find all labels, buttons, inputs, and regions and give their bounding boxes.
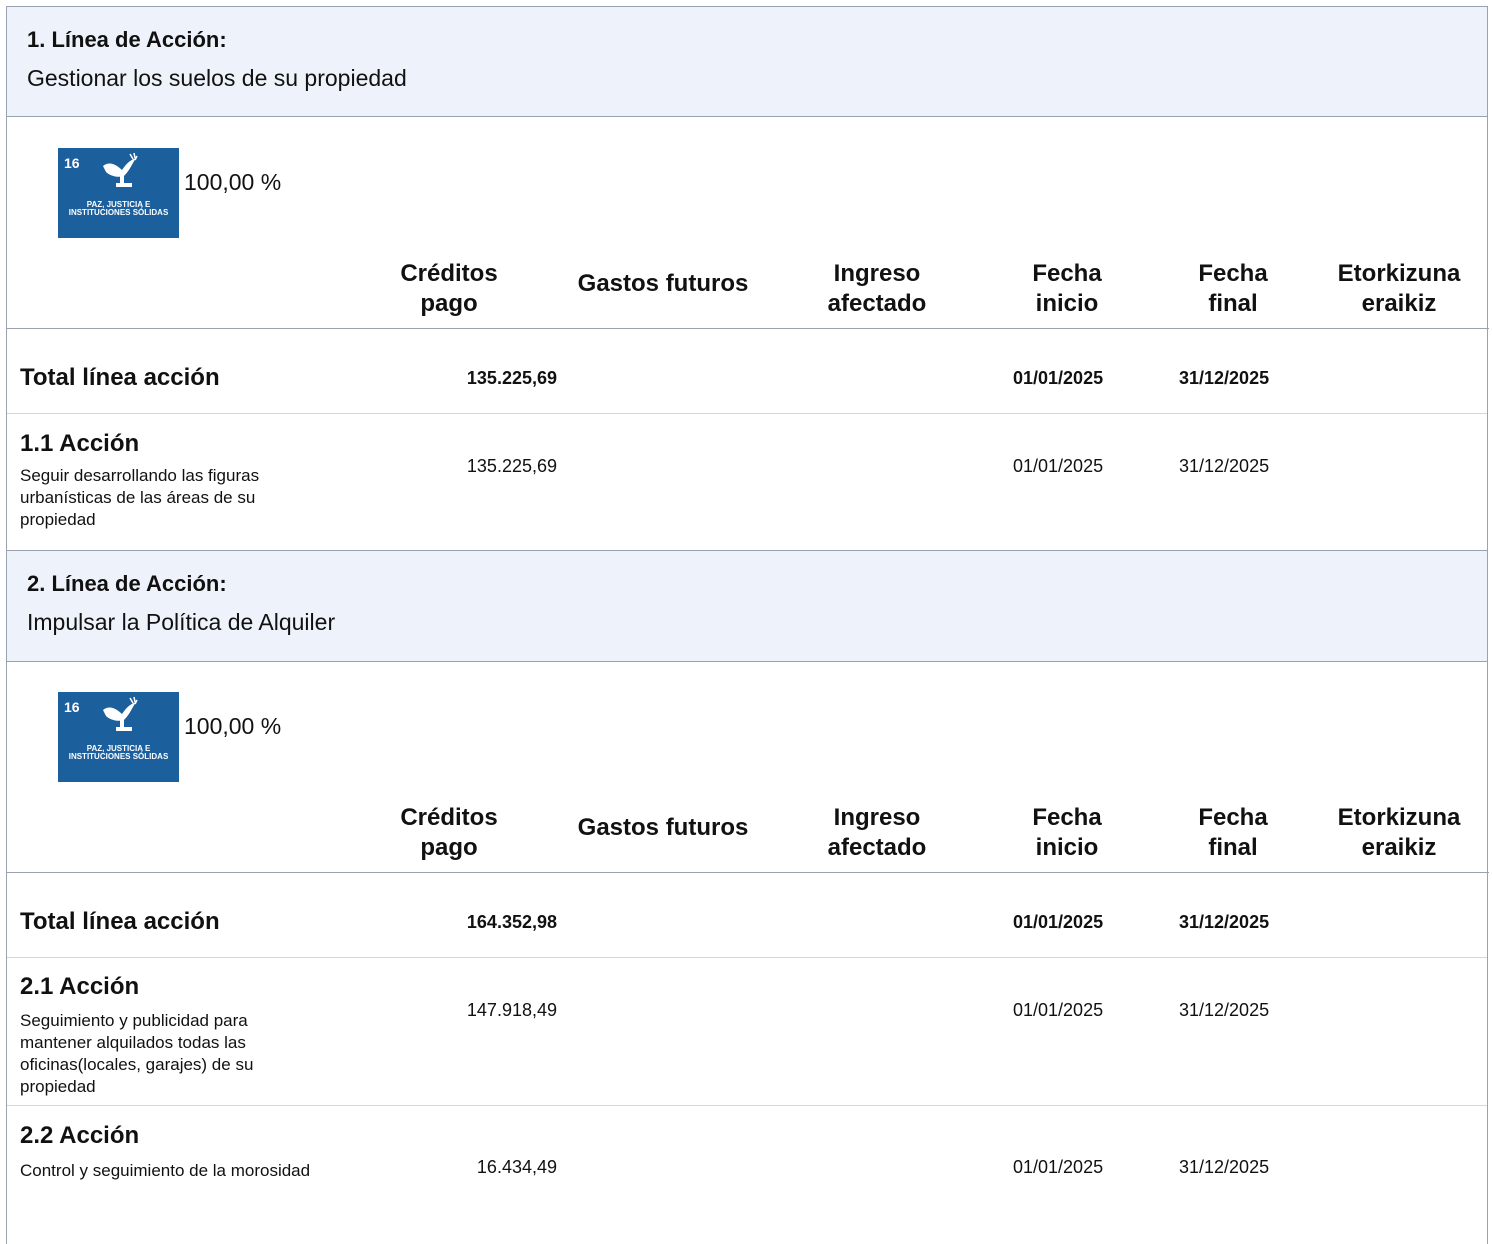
- action-creditos: 16.434,49: [476, 1157, 557, 1177]
- action-fecha-final: 31/12/2025: [1179, 1157, 1270, 1177]
- divider: [7, 872, 1489, 873]
- ods-label: PAZ, JUSTICIA E INSTITUCIONES SÓLIDAS: [68, 200, 169, 217]
- col-fecha-final: Fecha final: [1198, 260, 1268, 317]
- action-title: 2.2 Acción: [20, 1122, 140, 1149]
- divider: [7, 957, 1487, 958]
- col-gastos-futuros: Gastos futuros: [577, 270, 749, 297]
- line-header-2: 2. Línea de Acción: Impulsar la Política…: [7, 550, 1487, 662]
- divider: [7, 328, 1489, 329]
- col-fecha-inicio: Fecha inicio: [1032, 804, 1102, 861]
- col-creditos-pago: Créditos pago: [400, 260, 498, 317]
- action-fecha-inicio: 01/01/2025: [1013, 1000, 1104, 1020]
- action-description: Seguir desarrollando las figuras urbanís…: [20, 466, 260, 529]
- ods-number: 16: [64, 699, 80, 715]
- col-gastos-futuros: Gastos futuros: [577, 814, 749, 841]
- action-creditos: 147.918,49: [466, 1000, 557, 1020]
- total-fecha-final: 31/12/2025: [1179, 368, 1270, 388]
- ods-percentage: 100,00 %: [184, 169, 282, 195]
- line-title: 2. Línea de Acción:: [27, 571, 227, 596]
- line-title: 1. Línea de Acción:: [27, 27, 227, 52]
- action-creditos: 135.225,69: [466, 456, 557, 476]
- total-fecha-final: 31/12/2025: [1179, 912, 1270, 932]
- line-header-1: 1. Línea de Acción: Gestionar los suelos…: [7, 7, 1487, 117]
- action-fecha-inicio: 01/01/2025: [1013, 1157, 1104, 1177]
- dove-gavel-icon: [103, 152, 138, 187]
- line-subtitle: Impulsar la Política de Alquiler: [27, 609, 336, 635]
- col-fecha-inicio: Fecha inicio: [1032, 260, 1102, 317]
- total-creditos: 135.225,69: [466, 368, 557, 388]
- dove-gavel-icon: [103, 696, 138, 731]
- action-title: 1.1 Acción: [20, 430, 140, 457]
- ods-number: 16: [64, 155, 80, 171]
- divider: [7, 1105, 1487, 1106]
- total-label: Total línea acción: [20, 364, 220, 391]
- col-creditos-pago: Créditos pago: [400, 804, 498, 861]
- ods-badge: 16 PAZ, JUSTICIA E INSTITUCIONES SÓLIDAS: [58, 692, 179, 782]
- col-ingreso-afectado: Ingreso afectado: [827, 804, 927, 861]
- col-ingreso-afectado: Ingreso afectado: [827, 260, 927, 317]
- total-fecha-inicio: 01/01/2025: [1013, 912, 1104, 932]
- action-fecha-final: 31/12/2025: [1179, 1000, 1270, 1020]
- divider: [7, 413, 1487, 414]
- action-description: Control y seguimiento de la morosidad: [20, 1161, 311, 1180]
- total-fecha-inicio: 01/01/2025: [1013, 368, 1104, 388]
- action-fecha-inicio: 01/01/2025: [1013, 456, 1104, 476]
- total-label: Total línea acción: [20, 908, 220, 935]
- action-fecha-final: 31/12/2025: [1179, 456, 1270, 476]
- action-description: Seguimiento y publicidad para mantener a…: [20, 1011, 254, 1096]
- total-creditos: 164.352,98: [466, 912, 557, 932]
- col-etorkizuna-eraikiz: Etorkizuna eraikiz: [1337, 804, 1461, 861]
- col-fecha-final: Fecha final: [1198, 804, 1268, 861]
- ods-label: PAZ, JUSTICIA E INSTITUCIONES SÓLIDAS: [68, 744, 169, 761]
- document-frame: 1. Línea de Acción: Gestionar los suelos…: [6, 6, 1489, 1244]
- ods-badge: 16 PAZ, JUSTICIA E INSTITUCIONES SÓLIDAS: [58, 148, 179, 238]
- ods-percentage: 100,00 %: [184, 713, 282, 739]
- line-subtitle: Gestionar los suelos de su propiedad: [27, 65, 407, 91]
- col-etorkizuna-eraikiz: Etorkizuna eraikiz: [1337, 260, 1461, 317]
- action-title: 2.1 Acción: [20, 973, 140, 1000]
